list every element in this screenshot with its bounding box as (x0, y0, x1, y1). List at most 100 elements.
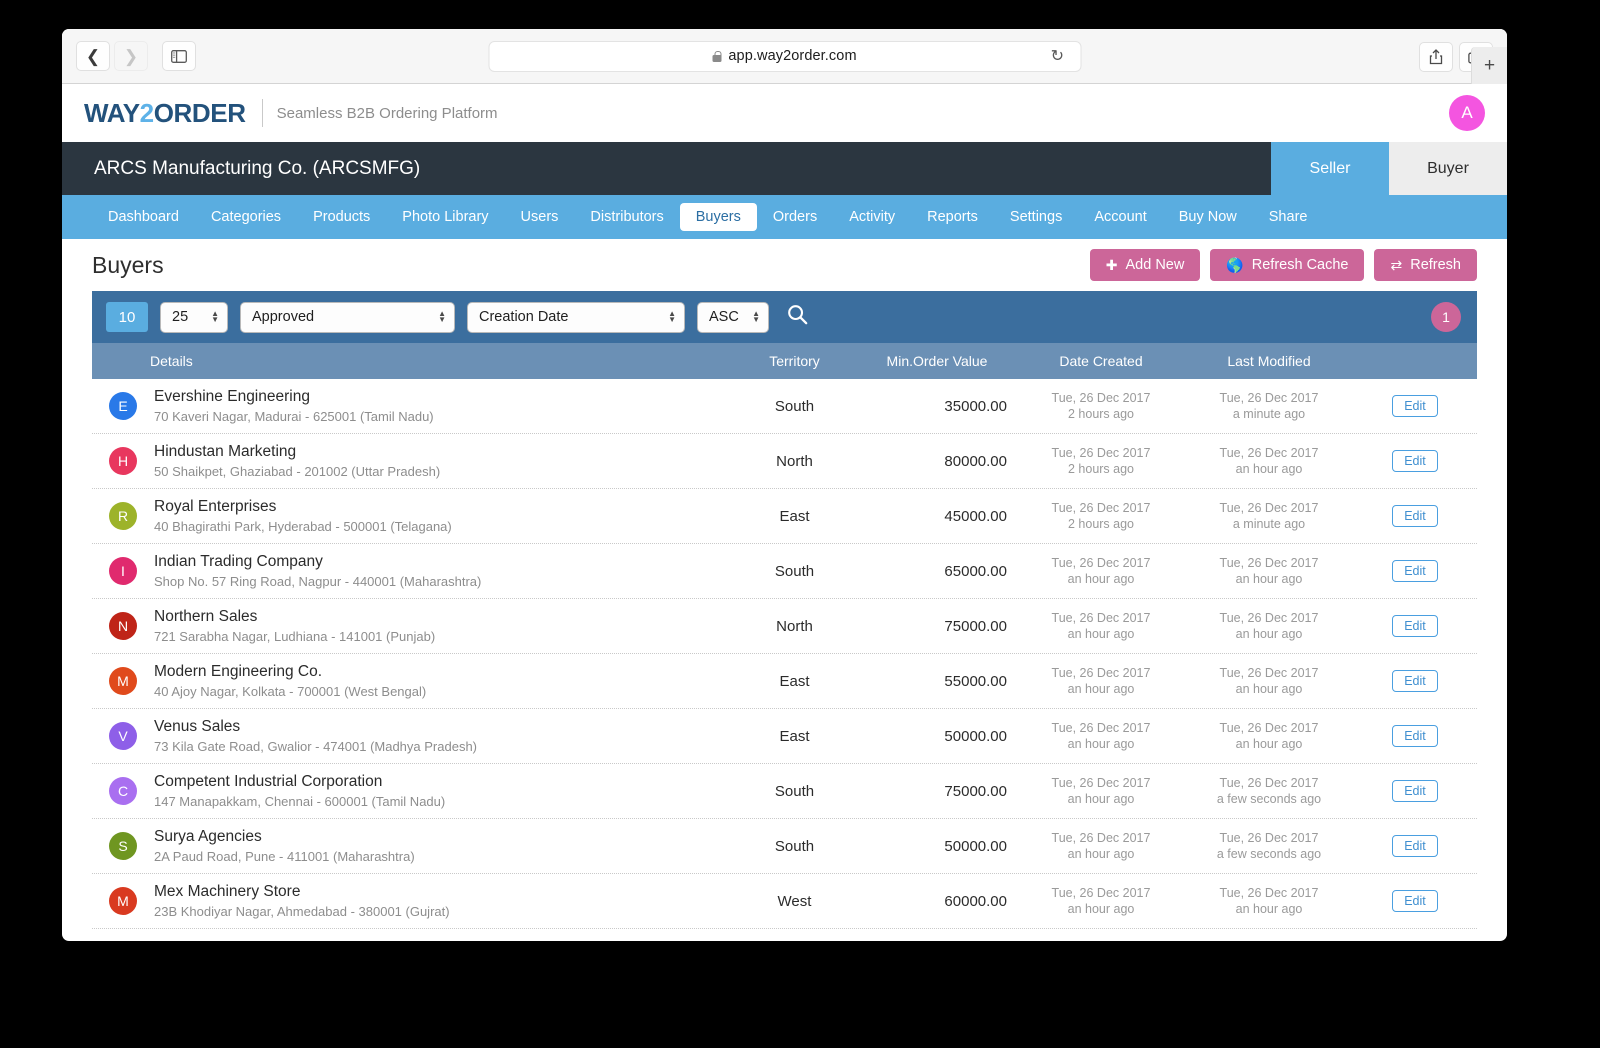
cell-territory: South (774, 782, 815, 800)
cell-last-modified: Tue, 26 Dec 2017 an hour ago (1185, 556, 1353, 586)
cell-last-modified: Tue, 26 Dec 2017 a few seconds ago (1185, 776, 1353, 806)
new-tab-button[interactable]: + (1471, 47, 1507, 84)
last-modified-relative: an hour ago (1235, 737, 1303, 751)
nav-item-settings[interactable]: Settings (994, 203, 1078, 231)
page-size-select[interactable]: 25 ▲ ▼ (160, 301, 228, 333)
edit-button[interactable]: Edit (1392, 670, 1438, 692)
table-row[interactable]: C Competent Industrial Corporation 147 Man… (92, 764, 1477, 819)
avatar: V (109, 722, 137, 750)
last-modified-absolute: Tue, 26 Dec 2017 (1219, 391, 1319, 405)
buyer-name: Surya Agencies (154, 828, 262, 845)
date-created-relative: an hour ago (1067, 847, 1135, 861)
cell-date-created: Tue, 26 Dec 2017 2 hours ago (1017, 501, 1185, 531)
forward-button[interactable]: ❯ (114, 41, 148, 71)
sort-direction-value: ASC (709, 309, 739, 325)
cell-date-created: Tue, 26 Dec 2017 an hour ago (1017, 776, 1185, 806)
refresh-cache-button[interactable]: 🌎 Refresh Cache (1210, 249, 1365, 281)
cell-last-modified: Tue, 26 Dec 2017 a minute ago (1185, 501, 1353, 531)
nav-item-share[interactable]: Share (1253, 203, 1324, 231)
edit-button[interactable]: Edit (1392, 780, 1438, 802)
user-avatar[interactable]: A (1449, 95, 1485, 131)
nav-item-categories[interactable]: Categories (195, 203, 297, 231)
nav-item-orders[interactable]: Orders (757, 203, 833, 231)
nav-item-account[interactable]: Account (1078, 203, 1162, 231)
reload-icon[interactable]: ↻ (1051, 46, 1064, 66)
page-title-row: Buyers ✚ Add New 🌎 Refresh Cache ⇄ Refresh (92, 239, 1477, 291)
cell-min-order-value: 55000.00 (944, 672, 1007, 690)
table-row[interactable]: M Mex Machinery Store 23B Khodiyar Nagar, … (92, 874, 1477, 929)
edit-button[interactable]: Edit (1392, 450, 1438, 472)
buyer-info: Modern Engineering Co. 40 Ajoy Nagar, Kol… (154, 663, 426, 699)
search-button[interactable] (787, 304, 808, 331)
column-header-min-order-value: Min.Order Value (886, 353, 988, 369)
buyer-address: 73 Kila Gate Road, Gwalior - 474001 (Mad… (154, 739, 478, 754)
buyer-info: Surya Agencies 2A Paud Road, Pune - 41100… (154, 828, 415, 864)
buyer-name: Indian Trading Company (154, 553, 323, 570)
cell-last-modified: Tue, 26 Dec 2017 a minute ago (1185, 391, 1353, 421)
column-header-date-created: Date Created (1059, 353, 1143, 369)
cell-last-modified: Tue, 26 Dec 2017 a few seconds ago (1185, 831, 1353, 861)
last-modified-relative: an hour ago (1235, 902, 1303, 916)
cell-details: E Evershine Engineering 70 Kaveri Nagar, M… (92, 388, 732, 424)
date-created-absolute: Tue, 26 Dec 2017 (1051, 721, 1151, 735)
nav-item-distributors[interactable]: Distributors (574, 203, 679, 231)
table-row[interactable]: I Indian Trading Company Shop No. 57 Ring … (92, 544, 1477, 599)
last-modified-relative: an hour ago (1235, 627, 1303, 641)
avatar: R (109, 502, 137, 530)
nav-item-buy-now[interactable]: Buy Now (1163, 203, 1253, 231)
app-logo[interactable]: WAY2ORDER (84, 98, 246, 129)
date-created-absolute: Tue, 26 Dec 2017 (1051, 776, 1151, 790)
table-row[interactable]: S Surya Agencies 2A Paud Road, Pune - 4110… (92, 819, 1477, 874)
avatar: H (109, 447, 137, 475)
page-number-badge[interactable]: 1 (1431, 302, 1461, 332)
add-new-button[interactable]: ✚ Add New (1089, 249, 1201, 281)
edit-button[interactable]: Edit (1392, 615, 1438, 637)
edit-button[interactable]: Edit (1392, 835, 1438, 857)
nav-item-reports[interactable]: Reports (911, 203, 994, 231)
table-row[interactable]: V Venus Sales 73 Kila Gate Road, Gwalior -… (92, 709, 1477, 764)
buyers-table: E Evershine Engineering 70 Kaveri Nagar, M… (92, 379, 1477, 929)
edit-button[interactable]: Edit (1392, 725, 1438, 747)
date-created-absolute: Tue, 26 Dec 2017 (1051, 611, 1151, 625)
back-button[interactable]: ❮ (76, 41, 110, 71)
last-modified-relative: a minute ago (1232, 517, 1306, 531)
tab-buyer[interactable]: Buyer (1389, 142, 1507, 195)
nav-item-photo-library[interactable]: Photo Library (386, 203, 504, 231)
buyer-address: 70 Kaveri Nagar, Madurai - 625001 (Tamil… (154, 409, 434, 424)
address-bar[interactable]: app.way2order.com ↻ (488, 40, 1081, 72)
table-row[interactable]: M Modern Engineering Co. 40 Ajoy Nagar, Ko… (92, 654, 1477, 709)
sidebar-toggle-button[interactable] (162, 41, 196, 71)
cell-territory: South (774, 397, 815, 415)
status-select[interactable]: Approved ▲ ▼ (240, 301, 455, 333)
share-button[interactable] (1419, 41, 1453, 72)
edit-button[interactable]: Edit (1392, 560, 1438, 582)
date-created-relative: an hour ago (1067, 627, 1135, 641)
edit-button[interactable]: Edit (1392, 395, 1438, 417)
nav-item-buyers[interactable]: Buyers (679, 203, 757, 231)
nav-item-activity[interactable]: Activity (833, 203, 911, 231)
cell-actions: Edit (1353, 780, 1477, 802)
table-row[interactable]: R Royal Enterprises 40 Bhagirathi Park, Hy… (92, 489, 1477, 544)
date-created-relative: an hour ago (1067, 792, 1135, 806)
tab-seller[interactable]: Seller (1271, 142, 1389, 195)
last-modified-relative: an hour ago (1235, 682, 1303, 696)
edit-button[interactable]: Edit (1392, 505, 1438, 527)
cell-date-created: Tue, 26 Dec 2017 an hour ago (1017, 721, 1185, 751)
cell-date-created: Tue, 26 Dec 2017 an hour ago (1017, 611, 1185, 641)
table-row[interactable]: E Evershine Engineering 70 Kaveri Nagar, M… (92, 379, 1477, 434)
sort-field-select[interactable]: Creation Date ▲ ▼ (467, 301, 685, 333)
table-row[interactable]: N Northern Sales 721 Sarabha Nagar, Ludhia… (92, 599, 1477, 654)
nav-item-products[interactable]: Products (297, 203, 386, 231)
sort-direction-select[interactable]: ASC ▲ ▼ (697, 301, 769, 333)
cell-min-order-value: 60000.00 (944, 892, 1007, 910)
refresh-button[interactable]: ⇄ Refresh (1374, 249, 1477, 281)
edit-button[interactable]: Edit (1392, 890, 1438, 912)
table-row[interactable]: H Hindustan Marketing 50 Shaikpet, Ghaziab… (92, 434, 1477, 489)
cell-date-created: Tue, 26 Dec 2017 an hour ago (1017, 556, 1185, 586)
nav-item-dashboard[interactable]: Dashboard (92, 203, 195, 231)
nav-item-users[interactable]: Users (505, 203, 575, 231)
cell-date-created: Tue, 26 Dec 2017 2 hours ago (1017, 391, 1185, 421)
buyer-name: Mex Machinery Store (154, 883, 301, 900)
cell-territory: North (776, 617, 813, 635)
cell-actions: Edit (1353, 615, 1477, 637)
